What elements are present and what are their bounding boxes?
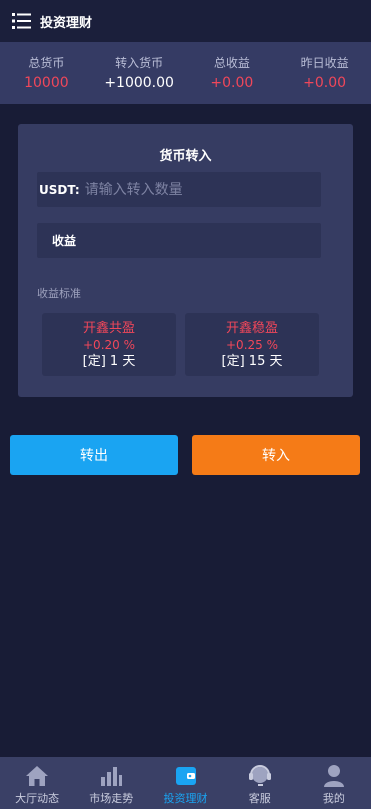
stat-label: 总货币 xyxy=(28,55,65,70)
wallet-icon xyxy=(173,763,199,789)
usdt-amount-input[interactable] xyxy=(84,181,295,198)
page-title: 投资理财 xyxy=(40,15,93,31)
top-bar: 投资理财 xyxy=(0,0,371,42)
headset-icon xyxy=(247,763,273,789)
tab-mine[interactable]: 我的 xyxy=(297,757,371,809)
plan-card[interactable]: 开鑫稳盈 +0.25 % [定] 15 天 xyxy=(185,313,319,376)
menu-icon[interactable] xyxy=(12,12,32,30)
usdt-field[interactable]: USDT: xyxy=(37,172,321,207)
plan-name: 开鑫稳盈 xyxy=(225,320,278,336)
usdt-label: USDT: xyxy=(39,182,80,197)
home-icon xyxy=(24,763,50,789)
tab-support[interactable]: 客服 xyxy=(223,757,297,809)
tab-investment[interactable]: 投资理财 xyxy=(148,757,222,809)
plan-card[interactable]: 开鑫共盈 +0.20 % [定] 1 天 xyxy=(42,313,176,376)
transfer-card-title: 货币转入 xyxy=(159,149,212,164)
plan-term: [定] 15 天 xyxy=(221,353,283,369)
tab-market[interactable]: 市场走势 xyxy=(74,757,148,809)
stat-label: 总收益 xyxy=(213,55,250,70)
plan-rate: +0.25 % xyxy=(226,337,278,352)
plan-name: 开鑫共盈 xyxy=(82,320,135,336)
stat-yesterday-income: 昨日收益 +0.00 xyxy=(278,42,371,104)
transfer-card: 货币转入 USDT: 收益 收益标准 开鑫共盈 +0.20 % [定] 1 天 … xyxy=(18,124,353,397)
stat-value: 10000 xyxy=(24,74,69,91)
tab-label: 客服 xyxy=(248,792,271,805)
income-field[interactable]: 收益 xyxy=(37,223,321,258)
plan-rate: +0.20 % xyxy=(83,337,135,352)
stat-value: +0.00 xyxy=(303,74,347,91)
bottom-tab-bar: 大厅动态 市场走势 投资理财 客服 我的 xyxy=(0,757,371,809)
transfer-out-button[interactable]: 转出 xyxy=(10,435,178,475)
plan-term: [定] 1 天 xyxy=(82,353,136,369)
stat-value: +1000.00 xyxy=(104,74,174,91)
stat-transferred-in: 转入货币 +1000.00 xyxy=(93,42,186,104)
tab-label: 我的 xyxy=(322,792,345,805)
stat-total-currency: 总货币 10000 xyxy=(0,42,93,104)
income-label: 收益 xyxy=(52,234,77,248)
transfer-in-button[interactable]: 转入 xyxy=(192,435,360,475)
tab-label: 投资理财 xyxy=(163,792,208,805)
stat-total-income: 总收益 +0.00 xyxy=(186,42,279,104)
stat-label: 转入货币 xyxy=(115,55,164,70)
stat-value: +0.00 xyxy=(210,74,254,91)
tab-label: 市场走势 xyxy=(89,792,134,805)
tab-label: 大厅动态 xyxy=(15,792,60,805)
stat-label: 昨日收益 xyxy=(300,55,349,70)
tab-lobby[interactable]: 大厅动态 xyxy=(0,757,74,809)
bar-chart-icon xyxy=(98,763,124,789)
income-standard-label: 收益标准 xyxy=(37,287,81,300)
user-icon xyxy=(321,763,347,789)
stats-bar: 总货币 10000 转入货币 +1000.00 总收益 +0.00 昨日收益 +… xyxy=(0,42,371,104)
